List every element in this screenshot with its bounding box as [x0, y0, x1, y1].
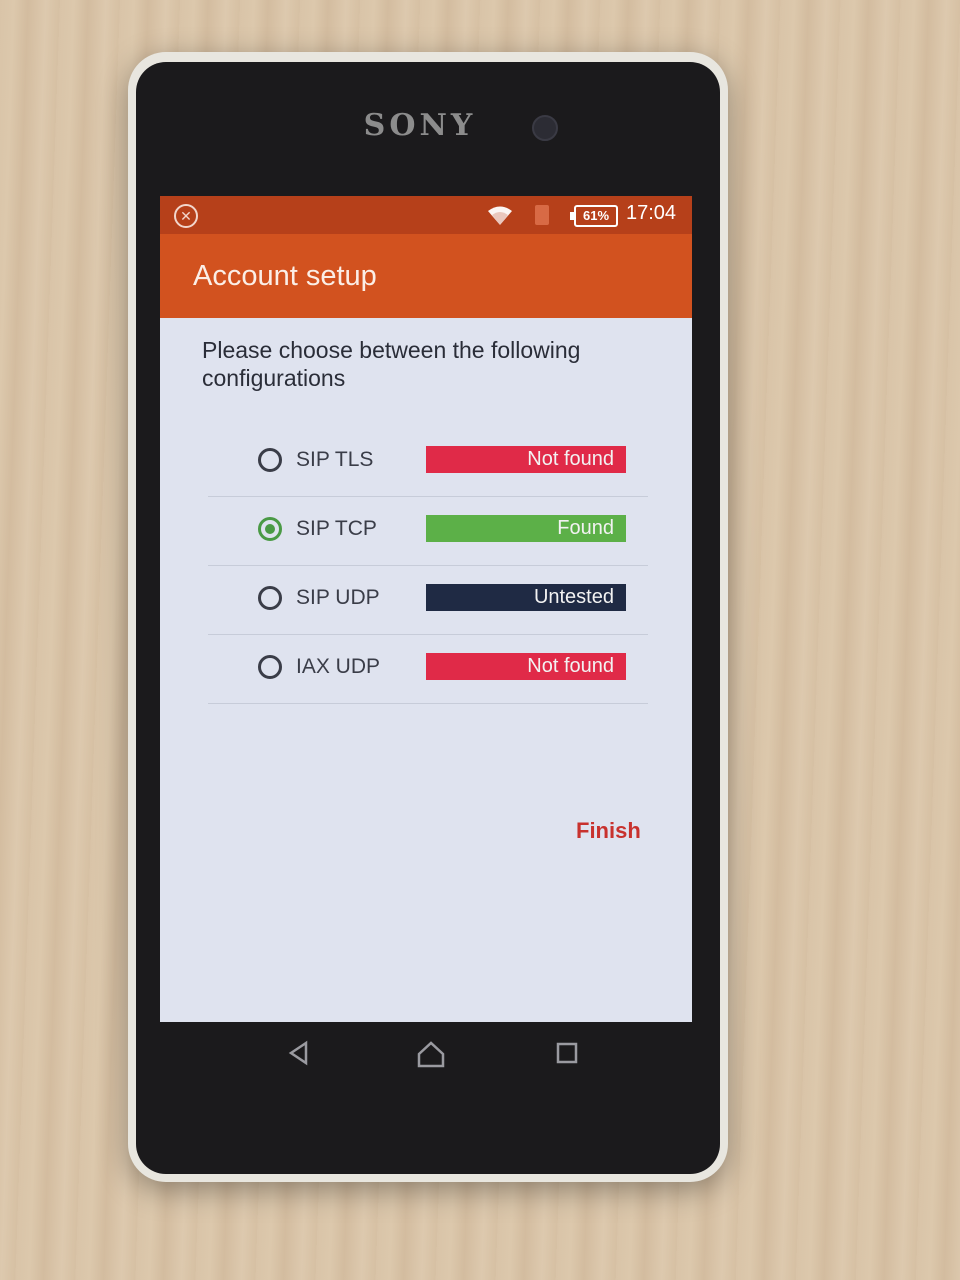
- status-bar: ✕ 61% 17:04: [160, 196, 692, 234]
- radio-button[interactable]: [258, 586, 282, 610]
- option-label: SIP TCP: [296, 517, 377, 540]
- screen: ✕ 61% 17:04 Account setup Please choose …: [160, 196, 692, 1022]
- option-label: SIP TLS: [296, 448, 374, 471]
- radio-button[interactable]: [258, 517, 282, 541]
- app-bar: Account setup: [160, 234, 692, 318]
- status-badge: Found: [426, 515, 626, 542]
- battery-level: 61%: [582, 208, 610, 223]
- radio-button[interactable]: [258, 448, 282, 472]
- back-icon[interactable]: [286, 1040, 312, 1071]
- option-label: IAX UDP: [296, 655, 381, 678]
- battery-icon: 61%: [570, 205, 618, 227]
- option-sip-udp[interactable]: SIP UDP Untested: [208, 566, 648, 635]
- option-sip-tcp[interactable]: SIP TCP Found: [208, 497, 648, 566]
- front-camera: [532, 115, 558, 141]
- brand-logo: SONY: [363, 108, 477, 143]
- clock: 17:04: [626, 202, 677, 224]
- wifi-icon: [486, 204, 514, 231]
- close-circle-icon[interactable]: ✕: [174, 204, 198, 228]
- radio-button[interactable]: [258, 655, 282, 679]
- status-badge: Not found: [426, 653, 626, 680]
- finish-button[interactable]: Finish: [576, 818, 641, 844]
- sim-icon: [535, 205, 549, 225]
- page-title: Account setup: [193, 260, 377, 292]
- status-badge: Untested: [426, 584, 626, 611]
- home-icon[interactable]: [416, 1040, 446, 1073]
- instructions-text: Please choose between the following conf…: [202, 337, 581, 391]
- recent-apps-icon[interactable]: [554, 1040, 580, 1071]
- option-sip-tls[interactable]: SIP TLS Not found: [208, 428, 648, 497]
- config-options-list: SIP TLS Not found SIP TCP Found SIP UDP …: [208, 428, 648, 704]
- option-label: SIP UDP: [296, 586, 380, 609]
- option-iax-udp[interactable]: IAX UDP Not found: [208, 635, 648, 704]
- status-badge: Not found: [426, 446, 626, 473]
- navigation-bar: [160, 1022, 692, 1082]
